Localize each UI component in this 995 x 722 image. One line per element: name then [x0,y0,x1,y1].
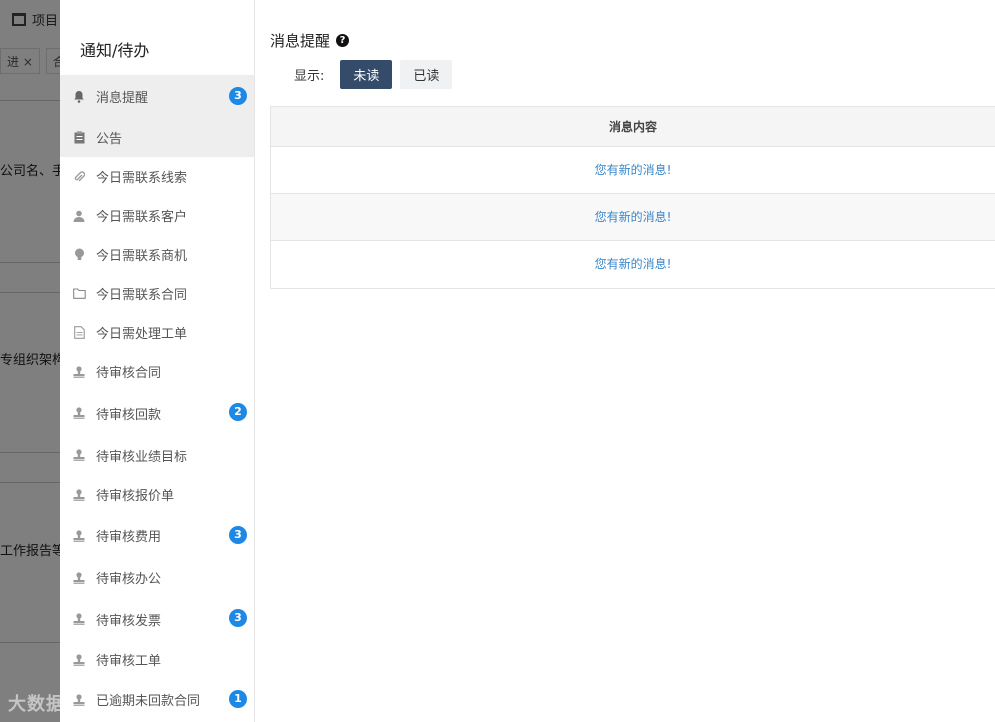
message-table: 消息内容 您有新的消息! 您有新的消息! 您有新的消息! [270,106,995,289]
bell-icon [72,90,86,104]
stamp-icon [72,448,86,462]
sidebar-item[interactable]: 待审核业绩目标 [60,435,254,475]
sidebar-item[interactable]: 今日需联系商机 [60,235,254,274]
sidebar-item-label: 待审核工单 [96,654,162,669]
sidebar-item-label: 待审核办公 [96,572,162,587]
stamp-icon [72,406,86,420]
paperclip-icon [72,170,86,184]
sidebar-item-label: 待审核回款 [96,407,162,423]
sidebar-item-label: 待审核发票 [96,613,162,629]
stamp-icon [72,612,86,626]
drawer-sidebar: 通知/待办 消息提醒 3 公告今日需联系线索 今日需联系客户 今日需联系商机 今日需联系合… [60,0,255,722]
sidebar-item[interactable]: 待审核办公 [60,557,254,598]
sidebar-item[interactable]: 待审核回款 2 [60,391,254,435]
stamp-icon [72,529,86,543]
filter-bar: 显示: 未读 已读 [270,60,995,89]
sidebar-item[interactable]: 今日需联系客户 [60,196,254,235]
message-link[interactable]: 您有新的消息! [595,163,672,177]
count-badge: 1 [229,689,247,708]
sidebar-item[interactable]: 已逾期未回款合同 1 [60,679,254,720]
sidebar-item-label: 待审核费用 [96,530,162,545]
watermark: 大数据 [8,694,65,715]
sidebar-item[interactable]: 待审核发票 3 [60,598,254,640]
sidebar-item[interactable]: 待审核报价单 [60,475,254,514]
sidebar-item-label: 今日需联系客户 [96,210,188,225]
sidebar-item-label: 已逾期未回款合同 [96,694,201,709]
table-row: 您有新的消息! [271,194,995,241]
read-filter-button[interactable]: 已读 [400,60,453,89]
sidebar-title-text: 通知/待办 [80,41,150,60]
document-icon [72,326,86,340]
user-icon [72,209,86,223]
sidebar-item[interactable]: 待审核工单 [60,640,254,679]
stamp-icon [72,653,86,667]
count-badge: 3 [229,609,247,627]
sidebar-item-label: 今日需联系商机 [96,249,188,264]
sidebar-list: 消息提醒 3 公告今日需联系线索 今日需联系客户 今日需联系商机 今日需联系合同 今日需处理… [60,75,254,720]
message-link[interactable]: 您有新的消息! [595,257,672,271]
table-row: 您有新的消息! [271,241,995,288]
sidebar-item[interactable]: 待审核费用 3 [60,514,254,557]
sidebar-item-label: 今日需联系线索 [96,171,188,186]
stamp-icon [72,571,86,585]
stamp-icon [72,693,86,707]
sidebar-item-label: 待审核合同 [96,366,162,381]
sidebar-item-label: 公告 [96,132,123,147]
sidebar-item[interactable]: 今日需联系合同 [60,274,254,313]
clipboard-icon [72,131,86,145]
sidebar-item[interactable]: 待审核合同 [60,352,254,391]
filter-label: 显示: [294,69,325,84]
folder-icon [72,287,86,301]
table-header: 消息内容 [271,107,995,147]
sidebar-item-label: 今日需处理工单 [96,327,188,342]
notification-drawer: 通知/待办 消息提醒 3 公告今日需联系线索 今日需联系客户 今日需联系商机 今日需联系合… [60,0,995,722]
sidebar-item[interactable]: 今日需处理工单 [60,313,254,352]
sidebar-item[interactable]: 公告 [60,118,254,157]
sidebar-item[interactable]: 今日需联系线索 [60,157,254,196]
stamp-icon [72,488,86,502]
sidebar-title: 通知/待办 [60,0,254,75]
sidebar-item-label: 待审核业绩目标 [96,449,188,465]
unread-filter-button[interactable]: 未读 [340,60,393,89]
count-badge: 3 [229,86,247,105]
table-row: 您有新的消息! [271,147,995,194]
help-icon[interactable]: ? [336,33,350,47]
count-badge: 2 [229,403,247,421]
sidebar-item-label: 消息提醒 [96,91,149,106]
drawer-main: 消息提醒 ? 显示: 未读 已读 消息内容 您有新的消息! 您有新的消息! 您有… [255,0,995,722]
count-badge: 3 [229,525,247,544]
message-link[interactable]: 您有新的消息! [595,210,672,224]
stamp-icon [72,365,86,379]
sidebar-item-label: 今日需联系合同 [96,288,188,303]
lightbulb-icon [72,248,86,262]
sidebar-item[interactable]: 消息提醒 3 [60,75,254,118]
sidebar-item-label: 待审核报价单 [96,489,175,504]
main-title: 消息提醒 ? [270,0,995,50]
main-title-text: 消息提醒 [270,31,331,50]
